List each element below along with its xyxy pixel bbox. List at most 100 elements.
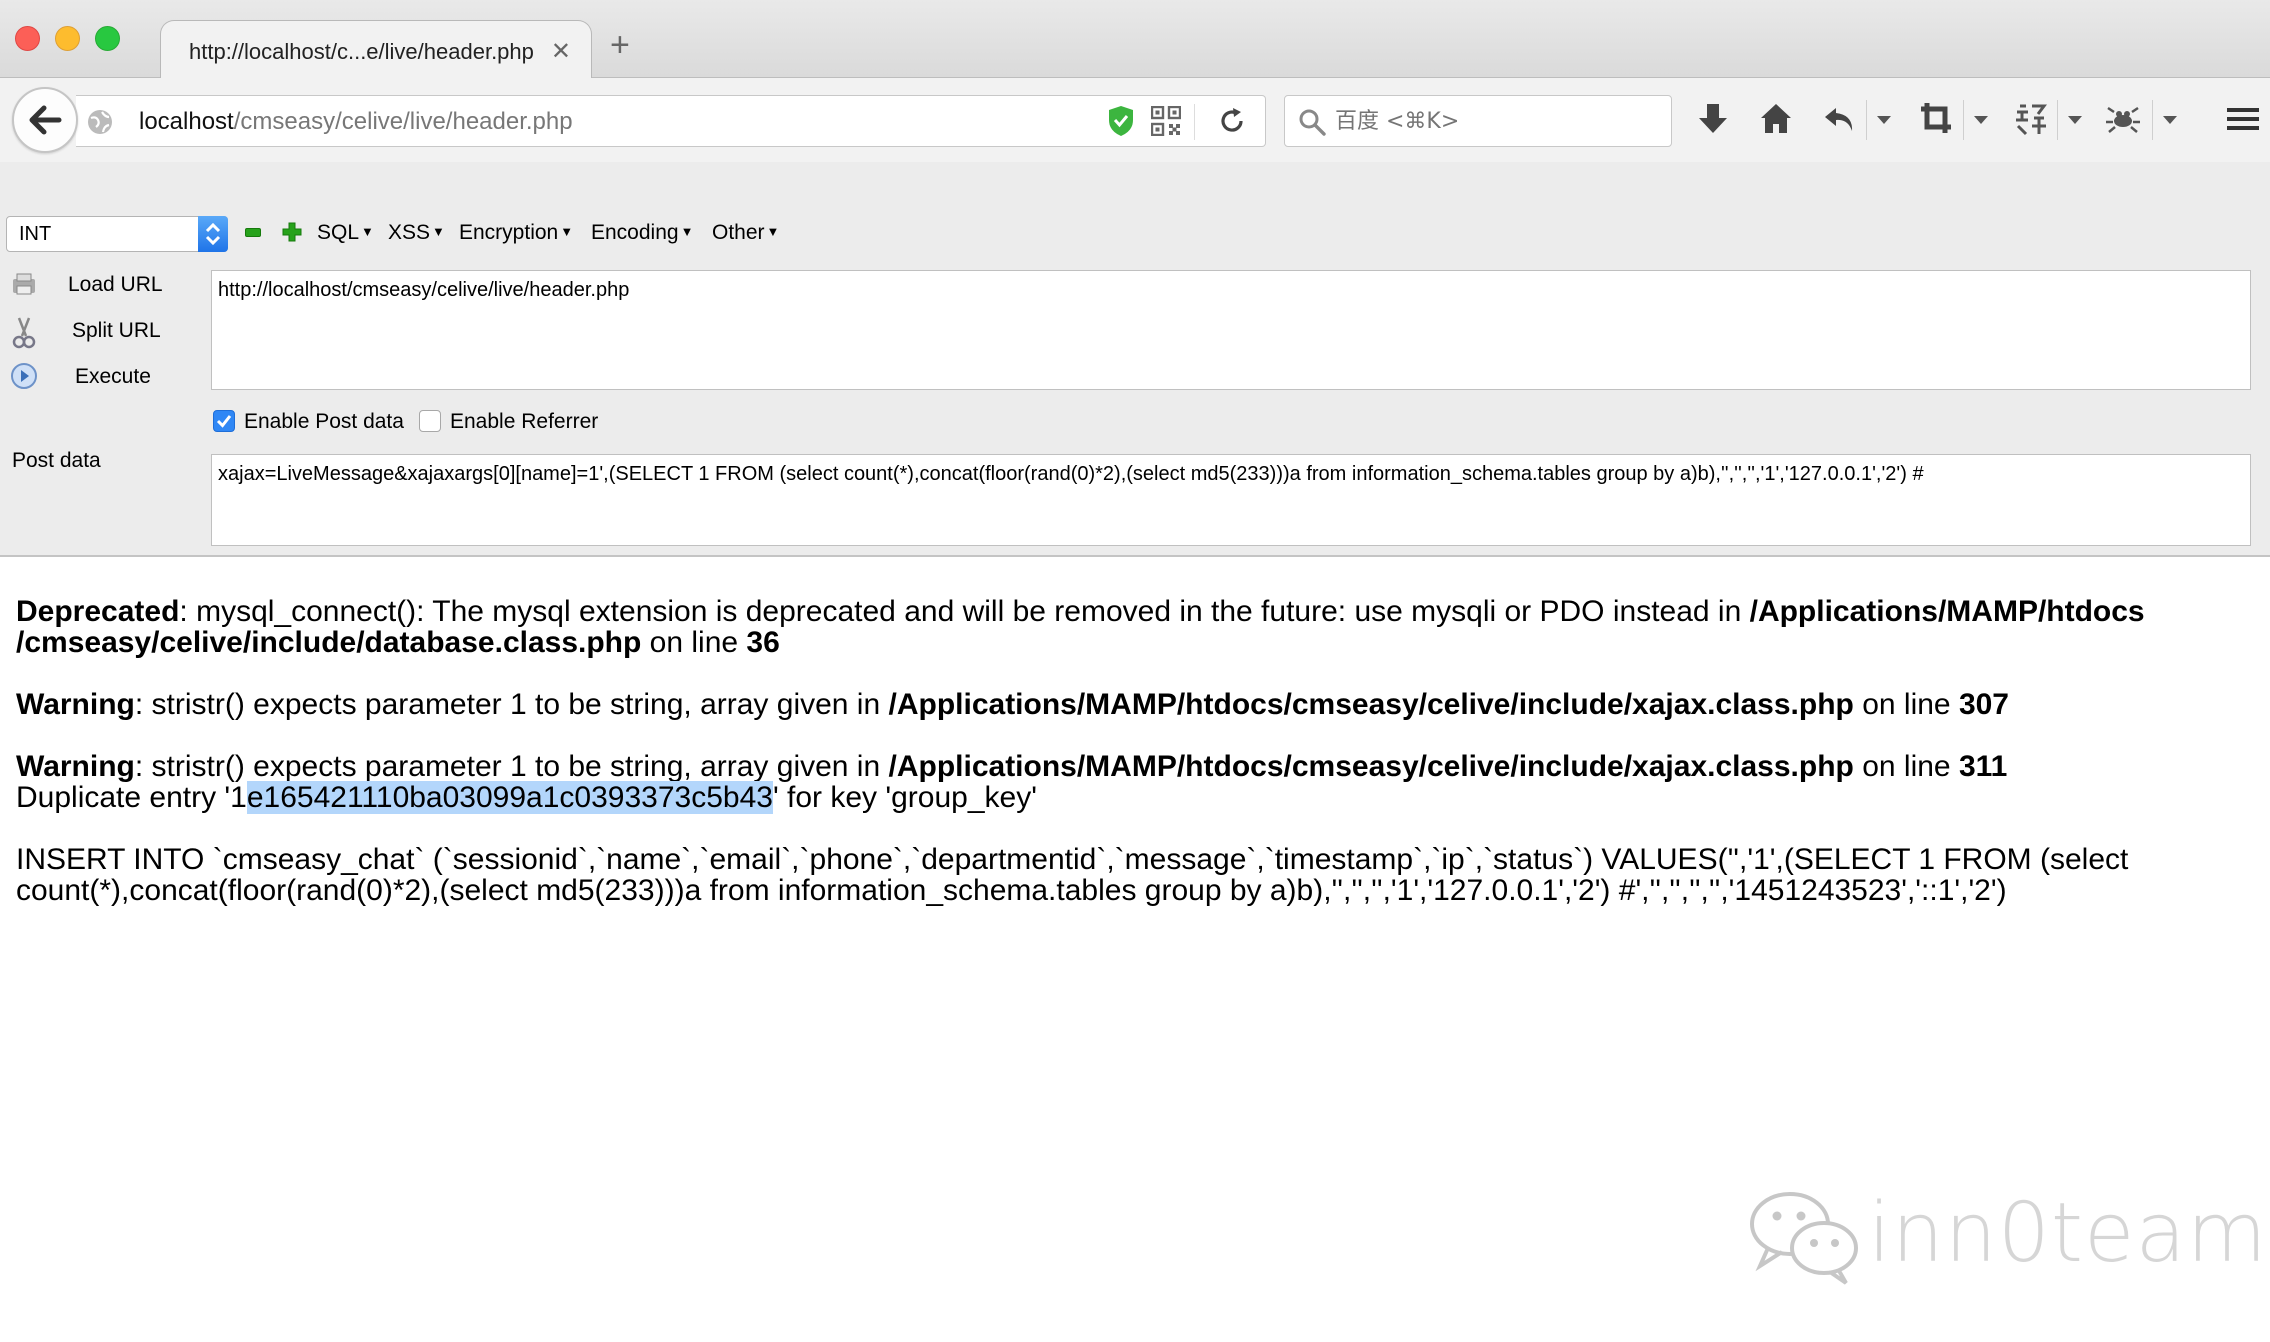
extension-dropdown-caret[interactable] — [2068, 116, 2082, 124]
back-arrow-icon — [29, 105, 62, 135]
warning-label: Warning — [16, 750, 135, 783]
chevron-down-icon: ▼ — [432, 224, 445, 239]
sql-insert-line: count(*),concat(floor(rand(0)*2),(select… — [16, 874, 2007, 907]
menu-other[interactable]: Other ▼ — [712, 221, 779, 245]
address-bar-separator — [1194, 104, 1195, 140]
warning-notice: Warning: stristr() expects parameter 1 t… — [16, 750, 2246, 814]
increase-icon[interactable] — [282, 222, 302, 242]
window-maximize-button[interactable] — [95, 26, 120, 51]
sql-insert-statement: INSERT INTO `cmseasy_chat` (`sessionid`,… — [16, 844, 2246, 906]
crop-icon[interactable] — [1918, 100, 1954, 138]
shield-icon[interactable] — [1106, 104, 1136, 138]
watermark-text: inn0team — [1868, 1186, 2268, 1281]
deprecated-path-2: /cmseasy/celive/include/database.class.p… — [16, 626, 642, 659]
url-textarea[interactable]: http://localhost/cmseasy/celive/live/hea… — [211, 270, 2251, 390]
new-tab-button[interactable]: + — [610, 28, 630, 62]
menu-encoding[interactable]: Encoding ▼ — [591, 221, 693, 245]
address-path: /cmseasy/celive/live/header.php — [233, 108, 573, 135]
address-bar[interactable]: localhost/cmseasy/celive/live/header.php — [76, 95, 1266, 147]
duplicate-entry-suffix: ' for key 'group_key' — [772, 781, 1037, 814]
hamburger-menu-icon[interactable] — [2225, 100, 2261, 138]
decrease-icon[interactable] — [245, 228, 261, 237]
browser-tab[interactable]: http://localhost/c...e/live/header.php ✕ — [160, 20, 592, 79]
menu-label: Encoding — [591, 221, 679, 244]
menu-label: XSS — [388, 221, 431, 244]
firebug-dropdown-caret[interactable] — [2163, 116, 2177, 124]
load-url-icon — [13, 273, 35, 295]
tab-bar: http://localhost/c...e/live/header.php ✕… — [0, 0, 2270, 79]
type-select[interactable]: INT — [6, 216, 228, 252]
select-arrows-icon — [198, 216, 228, 252]
search-input[interactable] — [1335, 105, 1655, 137]
load-url-button[interactable]: Load URL — [0, 264, 200, 304]
enable-referrer-label[interactable]: Enable Referrer — [450, 410, 598, 434]
tab-close-icon[interactable]: ✕ — [551, 37, 571, 66]
address-text[interactable]: localhost/cmseasy/celive/live/header.php — [139, 108, 573, 136]
post-data-textarea[interactable]: xajax=LiveMessage&xajaxargs[0][name]=1',… — [211, 454, 2251, 546]
firebug-icon[interactable] — [2104, 100, 2142, 138]
search-icon — [1299, 109, 1326, 136]
selected-hash-text[interactable]: e165421110ba03099a1c0393373c5b43 — [246, 781, 773, 814]
enable-post-label[interactable]: Enable Post data — [244, 410, 404, 434]
chevron-down-icon: ▼ — [560, 224, 574, 239]
undo-dropdown-caret[interactable] — [1877, 116, 1891, 124]
post-data-value: xajax=LiveMessage&xajaxargs[0][name]=1',… — [218, 463, 1924, 485]
deprecated-line-number: 36 — [746, 626, 780, 659]
deprecated-label: Deprecated — [16, 595, 180, 628]
extension-icon[interactable] — [2012, 100, 2048, 138]
split-url-label: Split URL — [72, 319, 161, 342]
deprecated-message: : mysql_connect(): The mysql extension i… — [179, 595, 1750, 628]
wechat-icon — [1750, 1192, 1858, 1285]
enable-post-checkbox[interactable] — [213, 410, 235, 432]
menu-xss[interactable]: XSS ▼ — [388, 221, 445, 245]
warning-on-line: on line — [1853, 688, 1959, 721]
warning-line-number: 307 — [1958, 688, 2009, 721]
checkmark-icon — [216, 415, 232, 428]
deprecated-on-line: on line — [641, 626, 747, 659]
warning-message: : stristr() expects parameter 1 to be st… — [134, 750, 889, 783]
toolbar-separator — [1866, 100, 1867, 140]
type-select-value: INT — [19, 223, 52, 245]
warning-notice: Warning: stristr() expects parameter 1 t… — [16, 689, 2246, 720]
warning-path: /Applications/MAMP/htdocs/cmseasy/celive… — [888, 750, 1854, 783]
menu-label: Other — [712, 221, 765, 244]
window-minimize-button[interactable] — [55, 26, 80, 51]
watermark: inn0team — [1746, 1186, 2267, 1296]
post-data-label: Post data — [12, 449, 101, 472]
toolbar-separator — [2152, 100, 2153, 140]
warning-on-line: on line — [1853, 750, 1959, 783]
hackbar-panel: INT SQL ▼ XSS ▼ Encryption ▼ Encoding ▼ Othe… — [0, 162, 2270, 557]
warning-path: /Applications/MAMP/htdocs/cmseasy/celive… — [888, 688, 1854, 721]
back-button[interactable] — [12, 87, 78, 153]
page-content: Deprecated: mysql_connect(): The mysql e… — [16, 596, 2246, 937]
duplicate-entry-prefix: Duplicate entry '1 — [16, 781, 247, 814]
reload-icon[interactable] — [1216, 105, 1248, 137]
warning-label: Warning — [16, 688, 135, 721]
play-icon — [11, 363, 37, 389]
scissors-icon — [12, 317, 36, 349]
home-icon[interactable] — [1758, 100, 1794, 138]
execute-button[interactable]: Execute — [0, 356, 200, 396]
menu-sql[interactable]: SQL ▼ — [317, 221, 374, 245]
qr-code-icon[interactable] — [1151, 106, 1181, 136]
load-url-label: Load URL — [68, 273, 163, 296]
warning-line-number: 311 — [1958, 750, 2008, 783]
sql-insert-line: INSERT INTO `cmseasy_chat` (`sessionid`,… — [16, 843, 2129, 876]
toolbar-separator — [1963, 100, 1964, 140]
address-host: localhost — [139, 108, 234, 135]
enable-referrer-checkbox[interactable] — [419, 410, 441, 432]
menu-label: Encryption — [459, 221, 559, 244]
menu-label: SQL — [317, 221, 360, 244]
chevron-down-icon: ▼ — [361, 224, 374, 239]
url-textarea-value: http://localhost/cmseasy/celive/live/hea… — [218, 279, 630, 301]
undo-icon[interactable] — [1822, 100, 1858, 138]
split-url-button[interactable]: Split URL — [0, 310, 200, 350]
crop-dropdown-caret[interactable] — [1974, 116, 1988, 124]
download-icon[interactable] — [1696, 100, 1730, 138]
toolbar-separator — [2057, 100, 2058, 140]
menu-encryption[interactable]: Encryption ▼ — [459, 221, 573, 245]
warning-message: : stristr() expects parameter 1 to be st… — [134, 688, 889, 721]
window-close-button[interactable] — [15, 26, 40, 51]
chevron-down-icon: ▼ — [680, 224, 694, 239]
search-box[interactable] — [1284, 95, 1672, 147]
